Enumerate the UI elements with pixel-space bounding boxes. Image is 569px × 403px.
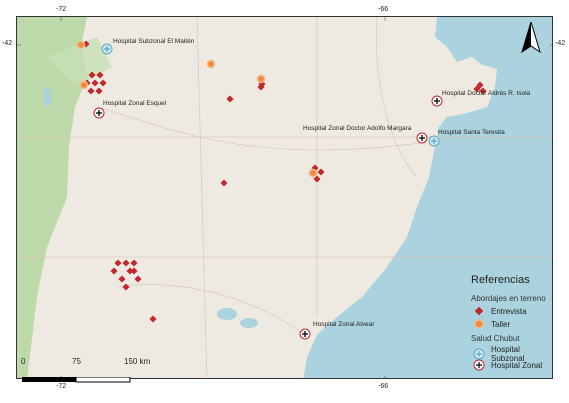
legend-section-abordajes: Abordajes en terreno (471, 294, 546, 303)
legend-label-taller: Taller (491, 319, 511, 329)
hospital-zonal-marker[interactable] (93, 107, 105, 119)
hospital-zonal-icon (473, 359, 485, 371)
legend-item-taller: Taller (473, 318, 510, 330)
hospital-label-alvear: Hospital Zonal Alvear (313, 321, 375, 328)
hospital-label-margara: Hospital Zonal Doctor Adolfo Margara (303, 125, 412, 132)
lake (240, 318, 258, 328)
coord-left-1: -42 (2, 40, 13, 47)
hospital-label-maiten: Hospital Subzonal El Maitén (113, 38, 195, 45)
legend-title: Referencias (471, 274, 530, 286)
taller-icon (473, 318, 485, 330)
legend-item-zonal: Hospital Zonal (473, 359, 542, 371)
legend-item-entrevista: Entrevista (473, 305, 527, 317)
taller-marker[interactable] (76, 40, 86, 50)
coord-top-2: -66 (378, 6, 389, 13)
scale-bar (22, 370, 132, 388)
hospital-subzonal-marker[interactable] (101, 43, 113, 55)
coord-right-1: -42 (555, 40, 566, 47)
diamond-icon (473, 305, 485, 317)
lake (217, 308, 237, 320)
legend-section-salud: Salud Chubut (471, 334, 520, 343)
hospital-subzonal-marker[interactable] (428, 135, 440, 147)
north-arrow-icon (520, 20, 542, 63)
taller-marker[interactable] (206, 59, 216, 69)
taller-marker[interactable] (308, 168, 318, 178)
taller-marker[interactable] (256, 74, 266, 84)
scale-label-0: 0 (21, 357, 26, 366)
coord-top-1: -72 (56, 6, 67, 13)
taller-marker[interactable] (79, 80, 89, 90)
legend: Referencias Abordajes en terreno Entrevi… (466, 270, 550, 375)
hospital-label-esquel: Hospital Zonal Esquel (103, 100, 167, 107)
hospital-label-isola: Hospital Doctor Aldrés R. Isola (442, 90, 531, 97)
hospital-zonal-marker[interactable] (416, 132, 428, 144)
coord-bottom-2: -66 (378, 383, 389, 390)
lake (43, 87, 51, 107)
scale-label-150: 150 km (124, 357, 151, 366)
legend-label-zonal: Hospital Zonal (491, 360, 543, 370)
hospital-zonal-marker[interactable] (299, 328, 311, 340)
scale-label-75: 75 (72, 357, 81, 366)
legend-label-entrevista: Entrevista (491, 306, 527, 316)
hospital-zonal-marker[interactable] (431, 95, 443, 107)
hospital-label-santa-teresita: Hospital Santa Teresita (438, 129, 505, 136)
